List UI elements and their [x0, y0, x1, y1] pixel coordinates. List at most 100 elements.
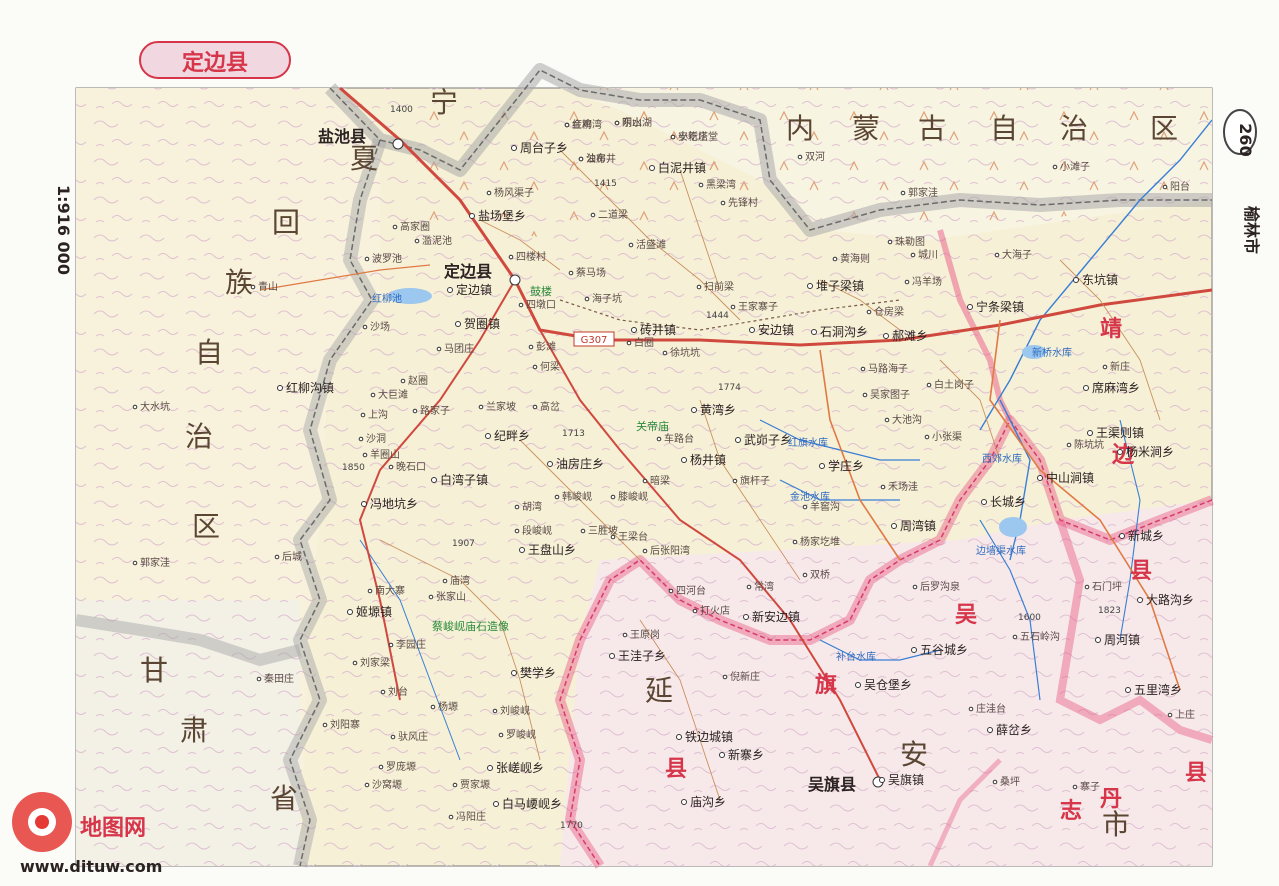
county-dingbian: 定边县	[443, 262, 492, 281]
village-68: 常湾	[754, 580, 774, 593]
village-dot-76	[910, 252, 916, 258]
village-71: 石门坪	[1092, 580, 1122, 593]
village-36: 韩峻岘	[562, 490, 592, 503]
village-dot-63	[668, 588, 674, 594]
town-yangjing: 杨井镇	[690, 452, 726, 467]
village-dot-19	[362, 324, 368, 330]
town-dot-miaogou	[681, 799, 687, 805]
side-title: 榆林市	[1242, 206, 1261, 254]
village-97: 东山	[622, 116, 642, 129]
town-dot-dongkeng	[1073, 277, 1079, 283]
town-dot-dingbianzhen	[447, 287, 453, 293]
village-98: 安新庄	[678, 130, 708, 143]
village-dot-69	[912, 584, 918, 590]
village-30: 上沟	[368, 408, 388, 421]
town-dot-wangquzeze	[1087, 430, 1093, 436]
map-page: 定边县 1:916 000 260 榆林市 地图网 www.dituw.com 宁夏回族自治…	[0, 0, 1279, 886]
elevation-1: 1415	[594, 179, 617, 189]
village-46: 后城	[282, 551, 302, 563]
village-52: 秦田庄	[264, 672, 294, 685]
pink-label-wu: 吴	[955, 603, 977, 628]
village-dot-12	[568, 270, 574, 276]
village-82: 小滩子	[1060, 160, 1090, 173]
town-xinzhai: 新寨乡	[728, 747, 764, 762]
village-85: 大池沟	[892, 413, 922, 426]
village-57: 驮风庄	[398, 730, 428, 743]
village-dot-45	[132, 560, 138, 566]
village-dot-4	[698, 182, 704, 188]
town-dot-ximawan	[1083, 385, 1089, 391]
pink-label-xian3: 县	[1185, 761, 1207, 786]
village-dot-44	[642, 548, 648, 554]
village-dot-53	[380, 689, 386, 695]
town-miaogou: 庙沟乡	[690, 795, 726, 809]
village-96: 红柳	[572, 118, 592, 131]
map-title: 定边县	[182, 50, 248, 76]
region-gan: 甘	[140, 654, 170, 687]
village-dot-38	[642, 478, 648, 484]
town-zhangqushi: 张嵯岘乡	[496, 761, 544, 775]
village-31: 沙洞	[366, 433, 386, 445]
village-74: 珠勒图	[895, 235, 925, 248]
town-huangwan: 黄湾乡	[700, 402, 736, 417]
village-32: 大水坑	[140, 400, 170, 413]
village-91: 庄洼台	[976, 702, 1006, 715]
elevation-5: 1850	[342, 463, 365, 473]
village-dot-61	[322, 722, 328, 728]
village-dot-35	[656, 436, 662, 442]
town-yanchangpu: 盐场堡乡	[478, 208, 526, 223]
map-canvas: 定边县1:916 000260榆林市地图网www.dituw.com宁夏回族自治…	[0, 0, 1279, 886]
village-dot-54	[430, 704, 436, 710]
elevation-8: 1823	[1098, 606, 1121, 616]
region-ningxia1: 宁	[430, 86, 460, 119]
village-37: 膝峻岘	[618, 490, 648, 503]
village-16: 海子坑	[592, 292, 622, 305]
county-seat-yanchi	[392, 138, 404, 150]
village-dot-83	[1102, 364, 1108, 370]
village-dot-48	[428, 594, 434, 600]
town-dot-huangwan	[691, 407, 697, 413]
village-69: 后罗沟泉	[920, 580, 960, 593]
town-xuecha: 薛岔乡	[996, 723, 1032, 737]
village-dot-28	[532, 404, 538, 410]
village-76: 城川	[918, 249, 938, 261]
village-77: 大海子	[1002, 248, 1032, 261]
village-dot-22	[662, 350, 668, 356]
town-jijuan: 姬塬镇	[356, 605, 392, 619]
town-dot-fanxue	[511, 670, 517, 676]
village-dot-87	[1066, 442, 1072, 448]
poi-gulou: 鼓楼	[530, 284, 552, 298]
village-dot-71	[1084, 584, 1090, 590]
village-dot-77	[994, 252, 1000, 258]
town-dot-zhongshanjian	[1037, 475, 1043, 481]
pink-label-xian1: 县	[1130, 559, 1152, 584]
village-dot-36	[554, 494, 560, 500]
village-29: 何梁	[540, 360, 560, 373]
region-shi: 市	[1102, 808, 1132, 841]
village-dot-7	[590, 212, 596, 218]
region-nm2: 蒙	[852, 112, 882, 145]
village-dot-9	[414, 238, 420, 244]
town-baima: 白马崾岘乡	[502, 796, 562, 811]
village-19: 沙场	[370, 320, 390, 333]
village-70: 五石岭沟	[1020, 630, 1060, 643]
village-26: 路家子	[420, 404, 450, 417]
town-dot-dalugou	[1137, 597, 1143, 603]
village-54: 杨塬	[438, 700, 458, 713]
town-zhoutaizi: 周台子乡	[520, 140, 568, 155]
village-dot-33	[388, 464, 394, 470]
village-56: 罗峻岘	[506, 728, 536, 741]
village-20: 彭滩	[536, 340, 556, 353]
town-dot-wudizi	[735, 437, 741, 443]
village-58: 罗庞塬	[386, 760, 416, 773]
town-changcheng: 长城乡	[990, 495, 1026, 509]
village-25: 赵圈	[408, 374, 428, 387]
village-dot-6	[486, 190, 492, 196]
town-dot-haotan	[883, 333, 889, 339]
water-bianqiang: 边墙渠水库	[976, 544, 1026, 557]
village-27: 兰家坡	[486, 400, 516, 413]
town-zhouhe: 周河镇	[1104, 633, 1140, 647]
village-79: 冯羊场	[912, 275, 942, 288]
village-dot-90	[792, 539, 798, 545]
village-dot-5	[720, 200, 726, 206]
